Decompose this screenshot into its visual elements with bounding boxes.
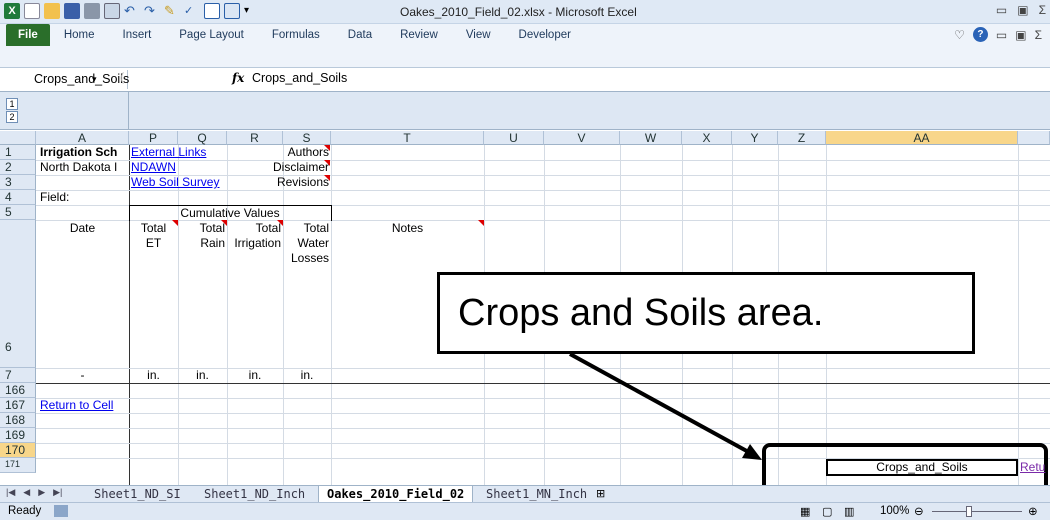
prev-sheet-icon[interactable]: ◀ [23,487,30,498]
page-layout-view-icon[interactable]: ▢ [822,505,832,518]
zoom-out-icon[interactable]: ⊖ [914,504,924,518]
zoom-slider-handle[interactable] [966,506,972,517]
sheet-tab-mn-inch[interactable]: Sheet1_MN_Inch [478,486,595,502]
sheet-tab-bar: |◀ ◀ ▶ ▶| Sheet1_ND_SI Sheet1_ND_Inch Oa… [0,485,1050,502]
zoom-in-icon[interactable]: ⊕ [1028,504,1038,518]
callout-arrow [569,352,762,460]
last-sheet-icon[interactable]: ▶| [53,487,62,498]
insert-sheet-icon[interactable]: ⊞ [596,487,605,500]
zoom-level[interactable]: 100% [880,505,909,517]
next-sheet-icon[interactable]: ▶ [38,487,45,498]
page-break-view-icon[interactable]: ▥ [844,505,854,518]
sheet-navigation: |◀ ◀ ▶ ▶| [6,487,62,498]
sheet-tab-oakes[interactable]: Oakes_2010_Field_02 [318,486,474,502]
sheet-tab-nd-inch[interactable]: Sheet1_ND_Inch [196,486,313,502]
macro-record-icon[interactable] [54,505,68,517]
status-bar: Ready ▦ ▢ ▥ 100% ⊖ ⊕ [0,502,1050,520]
callout-box: Crops and Soils area. [437,272,975,354]
zoom-slider-track[interactable] [932,511,1022,512]
sheet-tab-nd-si[interactable]: Sheet1_ND_SI [86,486,189,502]
status-ready: Ready [8,505,42,517]
normal-view-icon[interactable]: ▦ [800,505,810,518]
first-sheet-icon[interactable]: |◀ [6,487,15,498]
